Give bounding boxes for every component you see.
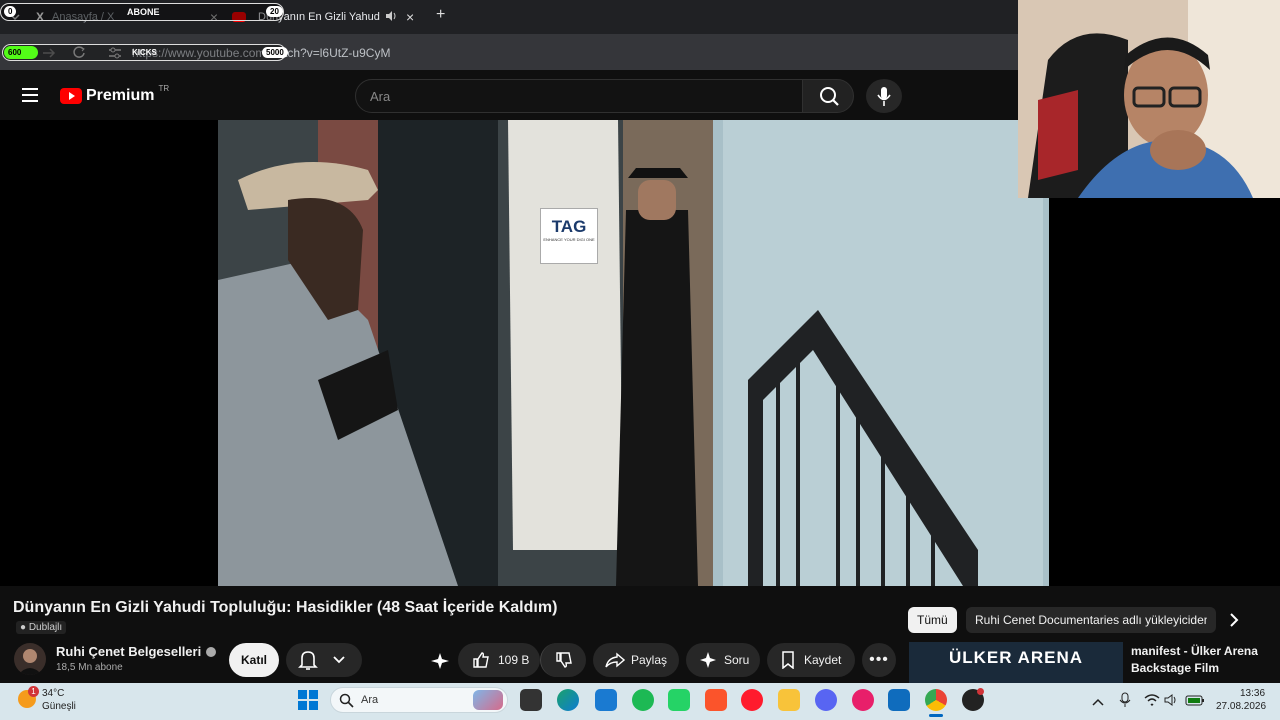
search-icon bbox=[339, 693, 354, 708]
kicks-goal: 5000 bbox=[262, 47, 288, 58]
video-title: Dünyanın En Gizli Yahudi Topluluğu: Hasi… bbox=[13, 599, 558, 616]
taskbar-search[interactable]: Ara bbox=[330, 687, 508, 713]
clock-date[interactable]: 27.08.2026 bbox=[1216, 701, 1266, 712]
more-icon: ••• bbox=[869, 651, 889, 668]
share-icon bbox=[605, 652, 625, 668]
next-video-title-line2: Backstage Film bbox=[1131, 661, 1220, 675]
clock-time[interactable]: 13:36 bbox=[1240, 688, 1265, 699]
speaker-icon[interactable] bbox=[384, 9, 398, 26]
brave-icon[interactable] bbox=[705, 689, 727, 711]
channel-name-text: Ruhi Çenet Belgeselleri bbox=[56, 644, 202, 659]
menu-icon[interactable] bbox=[21, 88, 39, 107]
next-video-title-line1: manifest - Ülker Arena bbox=[1131, 644, 1258, 658]
tag-sign-text: TAG bbox=[551, 217, 587, 236]
subscribe-notifications-button[interactable] bbox=[286, 643, 362, 677]
thumbs-up-icon bbox=[473, 652, 489, 668]
wifi-icon[interactable] bbox=[1144, 693, 1160, 712]
opera-icon[interactable] bbox=[741, 689, 763, 711]
next-video-title[interactable]: manifest - Ülker Arena Backstage Film bbox=[1131, 643, 1258, 677]
youtube-logo[interactable]: Premium TR bbox=[60, 83, 170, 105]
discord-icon[interactable] bbox=[815, 689, 837, 711]
channel-avatar[interactable] bbox=[14, 643, 46, 675]
save-button[interactable]: Kaydet bbox=[767, 643, 855, 677]
chip-label: Tümü bbox=[917, 613, 948, 627]
taskbar-search-label: Ara bbox=[361, 694, 379, 706]
video-frame[interactable]: TAG ENHANCE YOUR DIGI ONE bbox=[218, 120, 1049, 586]
verified-icon bbox=[206, 646, 217, 657]
premium-brand: Premium bbox=[86, 87, 155, 104]
weather-temp: 34°C bbox=[42, 688, 65, 699]
chip-next-chevron-icon[interactable] bbox=[1226, 612, 1242, 633]
right-count: 20 bbox=[266, 6, 283, 17]
bookmark-icon bbox=[782, 651, 794, 669]
bell-icon bbox=[298, 651, 345, 670]
more-actions-button[interactable]: ••• bbox=[862, 643, 896, 677]
dubbed-label: Dublajlı bbox=[28, 622, 63, 633]
chip-all[interactable]: Tümü bbox=[908, 607, 957, 633]
microphone-icon bbox=[877, 87, 891, 106]
channel-name[interactable]: Ruhi Çenet Belgeselleri bbox=[56, 644, 217, 659]
tag-sign-subtext: ENHANCE YOUR DIGI ONE bbox=[543, 237, 595, 242]
share-label: Paylaş bbox=[631, 653, 668, 667]
subscriber-count: 18,5 Mn abone bbox=[56, 662, 123, 673]
dubbed-badge: ● Dublajlı bbox=[16, 621, 67, 634]
people-icon: ● bbox=[20, 622, 27, 633]
kicks-start: 600 bbox=[8, 48, 22, 57]
windows-logo-icon bbox=[298, 690, 318, 710]
new-tab-button[interactable]: + bbox=[436, 6, 445, 24]
kicks-label: KICKS bbox=[132, 48, 157, 57]
region-code: TR bbox=[158, 83, 170, 93]
chip-label: Ruhi Cenet Documentaries adlı yükleyicid… bbox=[975, 613, 1207, 627]
battery-icon[interactable] bbox=[1185, 693, 1205, 712]
mail-icon[interactable] bbox=[888, 689, 910, 711]
like-button[interactable]: 109 B bbox=[458, 643, 540, 677]
tray-chevron-icon[interactable] bbox=[1092, 694, 1104, 712]
ask-label: Soru bbox=[724, 653, 750, 667]
join-label: Katıl bbox=[240, 653, 267, 667]
webcam-overlay bbox=[1018, 0, 1280, 198]
thumbs-down-icon bbox=[555, 652, 572, 668]
like-count: 109 B bbox=[498, 653, 530, 667]
spotify-icon[interactable] bbox=[632, 689, 654, 711]
file-explorer-icon[interactable] bbox=[778, 689, 800, 711]
close-tab-icon[interactable]: × bbox=[406, 9, 414, 25]
whatsapp-icon[interactable] bbox=[668, 689, 690, 711]
share-button[interactable]: Paylaş bbox=[593, 643, 679, 677]
save-label: Kaydet bbox=[804, 653, 842, 667]
sparkle-icon bbox=[700, 652, 716, 668]
volume-icon[interactable] bbox=[1164, 693, 1180, 712]
chip-uploader[interactable]: Ruhi Cenet Documentaries adlı yükleyicid… bbox=[966, 607, 1216, 633]
abone-label: ABONE bbox=[127, 7, 160, 17]
search-button[interactable] bbox=[802, 79, 854, 113]
edge-icon[interactable] bbox=[557, 689, 579, 711]
opera-gx-icon[interactable] bbox=[852, 689, 874, 711]
thumbnail-text: ÜLKER ARENA bbox=[948, 648, 1084, 667]
youtube-play-icon bbox=[60, 88, 82, 104]
weather-badge: 1 bbox=[28, 686, 39, 697]
dislike-button[interactable] bbox=[540, 643, 586, 677]
next-video-thumbnail[interactable]: ÜLKER ARENA bbox=[909, 642, 1123, 683]
vscode-icon[interactable] bbox=[595, 689, 617, 711]
voice-search-button[interactable] bbox=[866, 79, 902, 113]
search-highlight-icon bbox=[473, 690, 503, 710]
weather-widget[interactable]: 1 34°C Güneşli bbox=[16, 686, 86, 716]
search-input[interactable]: Ara bbox=[355, 79, 803, 113]
sparkle-clip-icon[interactable] bbox=[430, 652, 450, 675]
join-button[interactable]: Katıl bbox=[229, 643, 279, 677]
start-button[interactable] bbox=[298, 690, 318, 715]
obs-notification-dot bbox=[977, 688, 984, 695]
task-view-icon[interactable] bbox=[520, 689, 542, 711]
ask-button[interactable]: Soru bbox=[686, 643, 760, 677]
search-placeholder: Ara bbox=[370, 89, 391, 104]
weather-desc: Güneşli bbox=[42, 701, 76, 712]
search-icon bbox=[820, 87, 839, 106]
chrome-icon[interactable] bbox=[925, 689, 947, 711]
tray-mic-icon[interactable] bbox=[1119, 692, 1131, 713]
tag-sign: TAG ENHANCE YOUR DIGI ONE bbox=[540, 208, 598, 264]
chrome-active-indicator bbox=[929, 714, 943, 717]
